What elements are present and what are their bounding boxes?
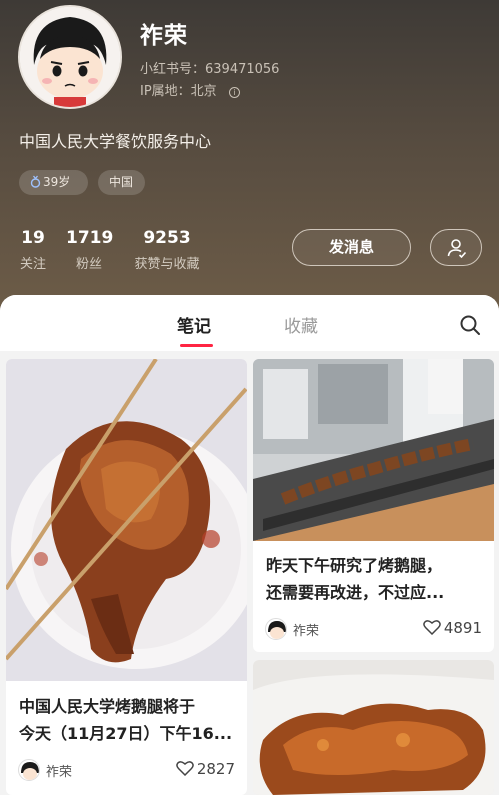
author-avatar	[265, 618, 287, 640]
note-card-2[interactable]: 昨天下午研究了烤鹅腿， 还需要再改进，不过应... 祚荣 4891	[253, 359, 494, 652]
profile-name: 祚荣	[140, 23, 188, 49]
tab-notes[interactable]: 笔记	[177, 312, 213, 347]
cartoon-avatar-image	[20, 7, 120, 107]
note-likes-1[interactable]: 2827	[176, 760, 235, 778]
age-icon	[30, 175, 41, 188]
stat-followers-label: 粉丝	[75, 257, 102, 272]
notes-panel: 笔记 收藏 中国人民大学烤鹅腿将于 今天（11月27日）下午16... 祚荣 2…	[0, 295, 499, 795]
age-text: 39岁	[43, 175, 71, 189]
send-message-button[interactable]: 发消息	[292, 229, 411, 266]
stat-following[interactable]: 19 关注	[18, 228, 48, 272]
stat-likes-saves-label: 获赞与收藏	[134, 257, 200, 272]
heart-icon	[423, 620, 441, 635]
note-title-2-line1: 昨天下午研究了烤鹅腿，	[266, 556, 443, 575]
note-title-1-line2: 今天（11月27日）下午16...	[19, 724, 233, 743]
age-tag: 39岁	[19, 170, 88, 195]
note-title-2-line2: 还需要再改进，不过应...	[266, 583, 445, 602]
heart-icon	[176, 761, 194, 776]
add-friend-icon	[447, 239, 467, 259]
tab-bar: 笔记 收藏	[0, 295, 499, 351]
note-author-2[interactable]: 祚荣	[265, 618, 319, 640]
note-title-1-line1: 中国人民大学烤鹅腿将于	[19, 697, 196, 716]
stat-following-value: 19	[21, 228, 45, 248]
stat-followers-value: 1719	[66, 228, 114, 248]
region-tag: 中国	[98, 170, 145, 195]
tab-saved[interactable]: 收藏	[284, 312, 318, 337]
author-avatar	[18, 759, 40, 781]
ip-location: IP属地：北京	[140, 84, 217, 99]
profile-bio: 中国人民大学餐饮服务中心	[19, 132, 212, 151]
stat-followers[interactable]: 1719 粉丝	[66, 228, 114, 272]
ip-location-row: IP属地：北京 i	[140, 80, 240, 99]
profile-avatar[interactable]	[18, 5, 122, 109]
note-photo-2	[253, 359, 494, 541]
stat-likes-saves[interactable]: 9253 获赞与收藏	[128, 228, 206, 272]
note-author-1[interactable]: 祚荣	[18, 759, 72, 781]
info-icon[interactable]: i	[228, 87, 240, 98]
stat-following-label: 关注	[19, 257, 46, 272]
search-icon[interactable]	[458, 313, 482, 337]
note-likes-2[interactable]: 4891	[423, 619, 482, 637]
note-title-2: 昨天下午研究了烤鹅腿， 还需要再改进，不过应...	[266, 552, 484, 606]
author-name: 祚荣	[293, 623, 320, 639]
like-count: 4891	[443, 619, 482, 637]
account-id: 小红书号：639471056	[140, 62, 280, 77]
stat-likes-saves-value: 9253	[143, 228, 191, 248]
note-card-1[interactable]: 中国人民大学烤鹅腿将于 今天（11月27日）下午16... 祚荣 2827	[6, 359, 247, 795]
note-photo-3	[253, 660, 494, 795]
note-card-3[interactable]	[253, 660, 494, 795]
note-photo-1	[6, 359, 247, 681]
author-name: 祚荣	[46, 764, 73, 780]
like-count: 2827	[196, 760, 235, 778]
follow-button[interactable]	[430, 229, 482, 266]
note-title-1: 中国人民大学烤鹅腿将于 今天（11月27日）下午16...	[19, 693, 237, 747]
